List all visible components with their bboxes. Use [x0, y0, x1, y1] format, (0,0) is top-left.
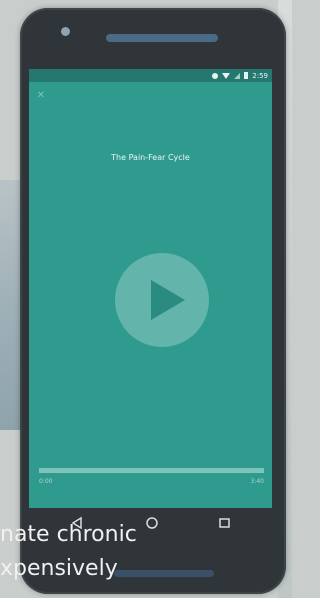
track-title: The Pain-Fear Cycle — [111, 153, 190, 162]
recents-icon — [219, 518, 230, 528]
close-icon[interactable]: ✕ — [35, 90, 47, 102]
earpiece-speaker — [106, 34, 218, 42]
home-button[interactable] — [145, 515, 159, 534]
notification-icon — [212, 72, 219, 79]
phone-device: 2:59 ✕ The Pain-Fear Cycle 0:00 3:40 — [20, 8, 286, 594]
status-bar: 2:59 — [29, 69, 272, 82]
front-camera — [61, 27, 70, 36]
wifi-icon — [222, 72, 231, 79]
time-elapsed: 0:00 — [39, 478, 53, 485]
time-total: 3:40 — [250, 478, 264, 485]
battery-icon — [244, 72, 249, 79]
status-time: 2:59 — [252, 71, 268, 80]
recents-button[interactable] — [218, 515, 232, 534]
app-screen: 2:59 ✕ The Pain-Fear Cycle 0:00 3:40 — [29, 69, 272, 508]
progress-bar[interactable] — [39, 468, 264, 473]
play-button[interactable] — [115, 253, 209, 347]
play-icon — [151, 280, 185, 320]
bottom-speaker — [114, 570, 214, 577]
signal-icon — [234, 72, 241, 79]
caption-line-1: nate chronic — [0, 522, 137, 547]
caption-line-2: xpensively — [0, 556, 118, 581]
background-left — [0, 180, 22, 430]
home-icon — [146, 517, 158, 529]
